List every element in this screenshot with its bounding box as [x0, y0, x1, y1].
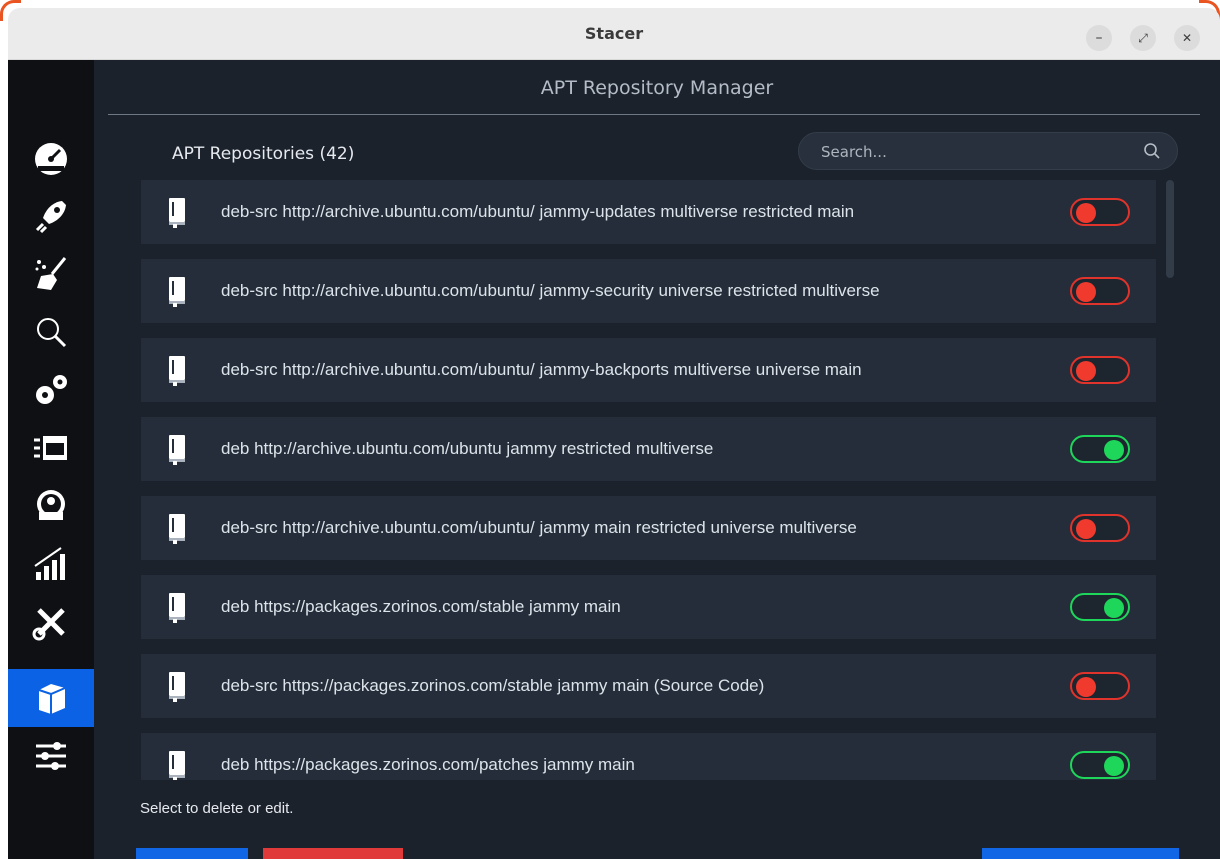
repository-source-text: deb http://archive.ubuntu.com/ubuntu jam…	[221, 439, 714, 458]
search-icon[interactable]	[1143, 142, 1161, 160]
repository-enable-toggle[interactable]	[1070, 672, 1130, 700]
repository-book-icon	[168, 356, 186, 386]
repository-source-text: deb-src http://archive.ubuntu.com/ubuntu…	[221, 281, 880, 300]
repository-row[interactable]: deb-src http://archive.ubuntu.com/ubuntu…	[141, 259, 1156, 323]
page-title: APT Repository Manager	[540, 77, 774, 99]
chart-icon	[34, 547, 65, 580]
rocket-icon	[35, 201, 66, 234]
header-divider	[108, 114, 1200, 115]
repository-source-text: deb-src http://archive.ubuntu.com/ubuntu…	[221, 360, 862, 379]
tools-icon	[32, 608, 65, 641]
minimize-button[interactable]: –	[1086, 25, 1112, 51]
repository-book-icon	[168, 593, 186, 623]
gears-icon	[36, 375, 67, 404]
title-bar[interactable]: Stacer – ⤢ ✕	[8, 8, 1220, 60]
speedometer-icon	[35, 143, 67, 175]
search-input[interactable]	[819, 133, 1123, 171]
package-icon	[37, 490, 65, 520]
repository-book-icon	[168, 751, 186, 780]
box-icon	[38, 684, 66, 714]
sidebar-item-helpers[interactable]	[8, 593, 94, 651]
repository-row[interactable]: deb https://packages.zorinos.com/stable …	[141, 575, 1156, 639]
main-panel: APT Repository Manager APT Repositories …	[94, 60, 1220, 859]
repository-book-icon	[168, 277, 186, 307]
toggle-knob	[1104, 440, 1124, 460]
repository-source-text: deb https://packages.zorinos.com/patches…	[221, 755, 635, 774]
repository-book-icon	[168, 672, 186, 702]
sidebar-item-settings[interactable]	[8, 727, 94, 785]
sidebar-item-system-cleaner[interactable]	[8, 245, 94, 303]
sidebar-item-apt-repository-manager[interactable]	[8, 669, 94, 727]
sidebar-item-search[interactable]	[8, 303, 94, 361]
repository-enable-toggle[interactable]	[1070, 593, 1130, 621]
maximize-icon: ⤢	[1138, 30, 1148, 45]
repository-source-text: deb-src http://archive.ubuntu.com/ubuntu…	[221, 202, 855, 221]
repository-enable-toggle[interactable]	[1070, 514, 1130, 542]
repository-row[interactable]: deb-src https://packages.zorinos.com/sta…	[141, 654, 1156, 718]
window-title: Stacer	[584, 24, 644, 43]
search-box[interactable]	[798, 132, 1178, 171]
toggle-knob	[1076, 677, 1096, 697]
footer-hint: Select to delete or edit.	[140, 800, 294, 817]
repository-row[interactable]: deb-src http://archive.ubuntu.com/ubuntu…	[141, 338, 1156, 402]
delete-repository-button[interactable]	[263, 848, 403, 859]
minimize-icon: –	[1095, 30, 1103, 46]
repository-row[interactable]: deb http://archive.ubuntu.com/ubuntu jam…	[141, 417, 1156, 481]
close-icon: ✕	[1181, 31, 1193, 45]
repository-enable-toggle[interactable]	[1070, 356, 1130, 384]
repository-source-text: deb https://packages.zorinos.com/stable …	[221, 597, 621, 616]
broom-icon	[35, 257, 67, 290]
list-scrollbar[interactable]	[1166, 180, 1174, 278]
toggle-knob	[1076, 361, 1096, 381]
magnifier-icon	[37, 318, 67, 348]
repository-book-icon	[168, 514, 186, 544]
sidebar-item-startup-apps[interactable]	[8, 187, 94, 245]
close-button[interactable]: ✕	[1174, 25, 1200, 51]
repository-enable-toggle[interactable]	[1070, 751, 1130, 779]
repository-enable-toggle[interactable]	[1070, 277, 1130, 305]
toggle-knob	[1104, 598, 1124, 618]
sliders-icon	[36, 742, 66, 770]
repository-book-icon	[168, 198, 186, 228]
toggle-knob	[1076, 282, 1096, 302]
sidebar-item-resources[interactable]	[8, 535, 94, 593]
repository-list[interactable]: deb-src http://archive.ubuntu.com/ubuntu…	[141, 180, 1171, 780]
sidebar-item-services[interactable]	[8, 361, 94, 419]
repository-book-icon	[168, 435, 186, 465]
repositories-count-label: APT Repositories (42)	[172, 144, 355, 164]
sidebar	[8, 60, 94, 859]
list-window-icon	[34, 436, 67, 460]
maximize-button[interactable]: ⤢	[1130, 25, 1156, 51]
sidebar-item-dashboard[interactable]	[8, 129, 94, 187]
repository-source-text: deb-src http://archive.ubuntu.com/ubuntu…	[221, 518, 857, 537]
repository-source-text: deb-src https://packages.zorinos.com/sta…	[221, 676, 765, 695]
repository-enable-toggle[interactable]	[1070, 198, 1130, 226]
repository-row[interactable]: deb https://packages.zorinos.com/patches…	[141, 733, 1156, 780]
repository-row[interactable]: deb-src http://archive.ubuntu.com/ubuntu…	[141, 496, 1156, 560]
toggle-knob	[1076, 203, 1096, 223]
sidebar-item-processes[interactable]	[8, 419, 94, 477]
toggle-knob	[1076, 519, 1096, 539]
save-changes-button[interactable]	[982, 848, 1179, 859]
repository-enable-toggle[interactable]	[1070, 435, 1130, 463]
sidebar-item-uninstaller[interactable]	[8, 477, 94, 535]
add-repository-button[interactable]	[136, 848, 248, 859]
repository-row[interactable]: deb-src http://archive.ubuntu.com/ubuntu…	[141, 180, 1156, 244]
toggle-knob	[1104, 756, 1124, 776]
